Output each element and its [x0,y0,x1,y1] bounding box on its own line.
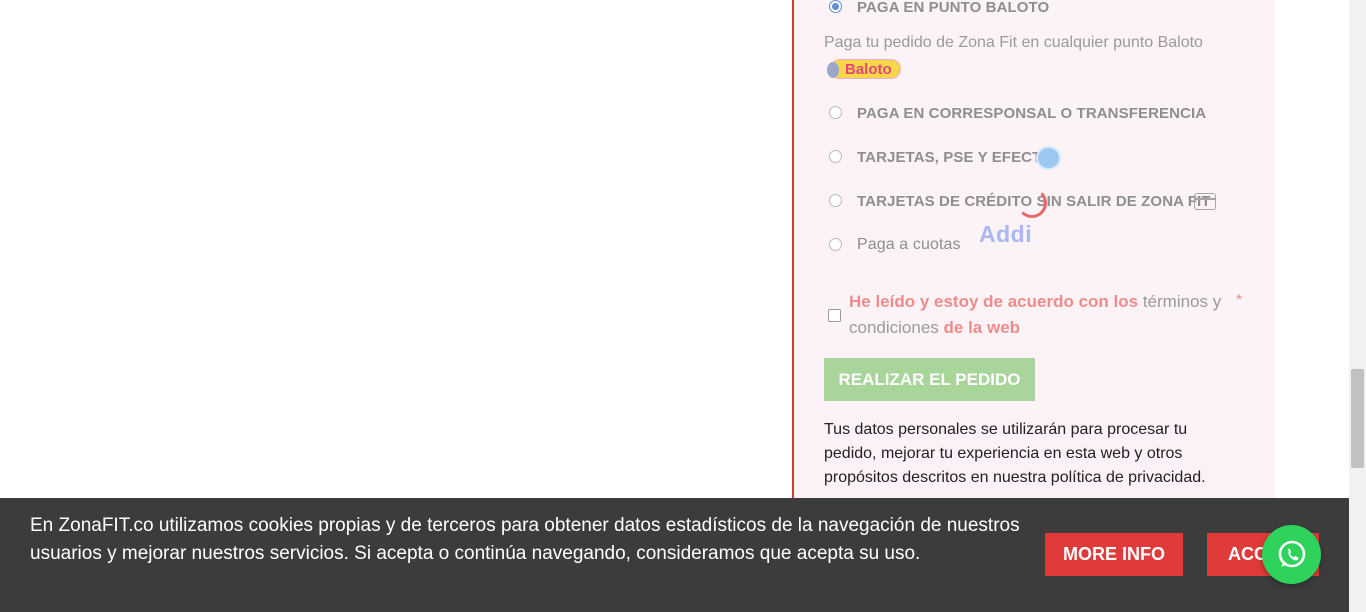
scrollbar-thumb[interactable] [1351,369,1364,468]
option-label-corresponsal: PAGA EN CORRESPONSAL O TRANSFERENCIA [857,105,1207,122]
addi-logo: Addi [979,221,1033,247]
baloto-description: Paga tu pedido de Zona Fit en cualquier … [824,30,1224,82]
option-label-tarjetas-pse: TARJETAS, PSE Y EFECTY [857,149,1052,166]
radio-baloto[interactable] [829,0,842,13]
terms-text-part3: de la web [938,318,1021,337]
handshake-icon [1036,146,1061,170]
place-order-button[interactable]: REALIZAR EL PEDIDO [824,358,1035,401]
credit-card-icon [1194,193,1216,210]
radio-corresponsal[interactable] [829,106,842,119]
privacy-end: . [1201,469,1206,486]
whatsapp-icon [1278,540,1305,567]
cookie-banner: En ZonaFIT.co utilizamos cookies propias… [0,498,1349,612]
more-info-button[interactable]: MORE INFO [1045,533,1183,576]
terms-checkbox[interactable] [828,309,841,322]
cookie-text: En ZonaFIT.co utilizamos cookies propias… [30,515,1020,564]
terms-label: He leído y estoy de acuerdo con los térm… [849,289,1229,341]
scrollbar-track[interactable] [1349,0,1366,612]
option-label-baloto: PAGA EN PUNTO BALOTO [857,0,1050,16]
terms-text-part1: He leído y estoy de acuerdo con los [849,292,1143,311]
baloto-description-text: Paga tu pedido de Zona Fit en cualquier … [824,34,1203,51]
loading-spinner-icon [1017,188,1047,218]
privacy-notice: Tus datos personales se utilizarán para … [824,418,1244,490]
radio-tarjetas-pse[interactable] [829,150,842,163]
baloto-logo: Baloto [827,58,901,79]
option-label-paga-cuotas: Paga a cuotas [857,236,961,253]
radio-tarjetas-credito[interactable] [829,194,842,207]
required-mark: * [1236,292,1243,309]
privacy-policy-link[interactable]: política de privacidad [1051,469,1201,486]
radio-paga-cuotas[interactable] [829,238,842,251]
whatsapp-button[interactable] [1262,525,1321,584]
